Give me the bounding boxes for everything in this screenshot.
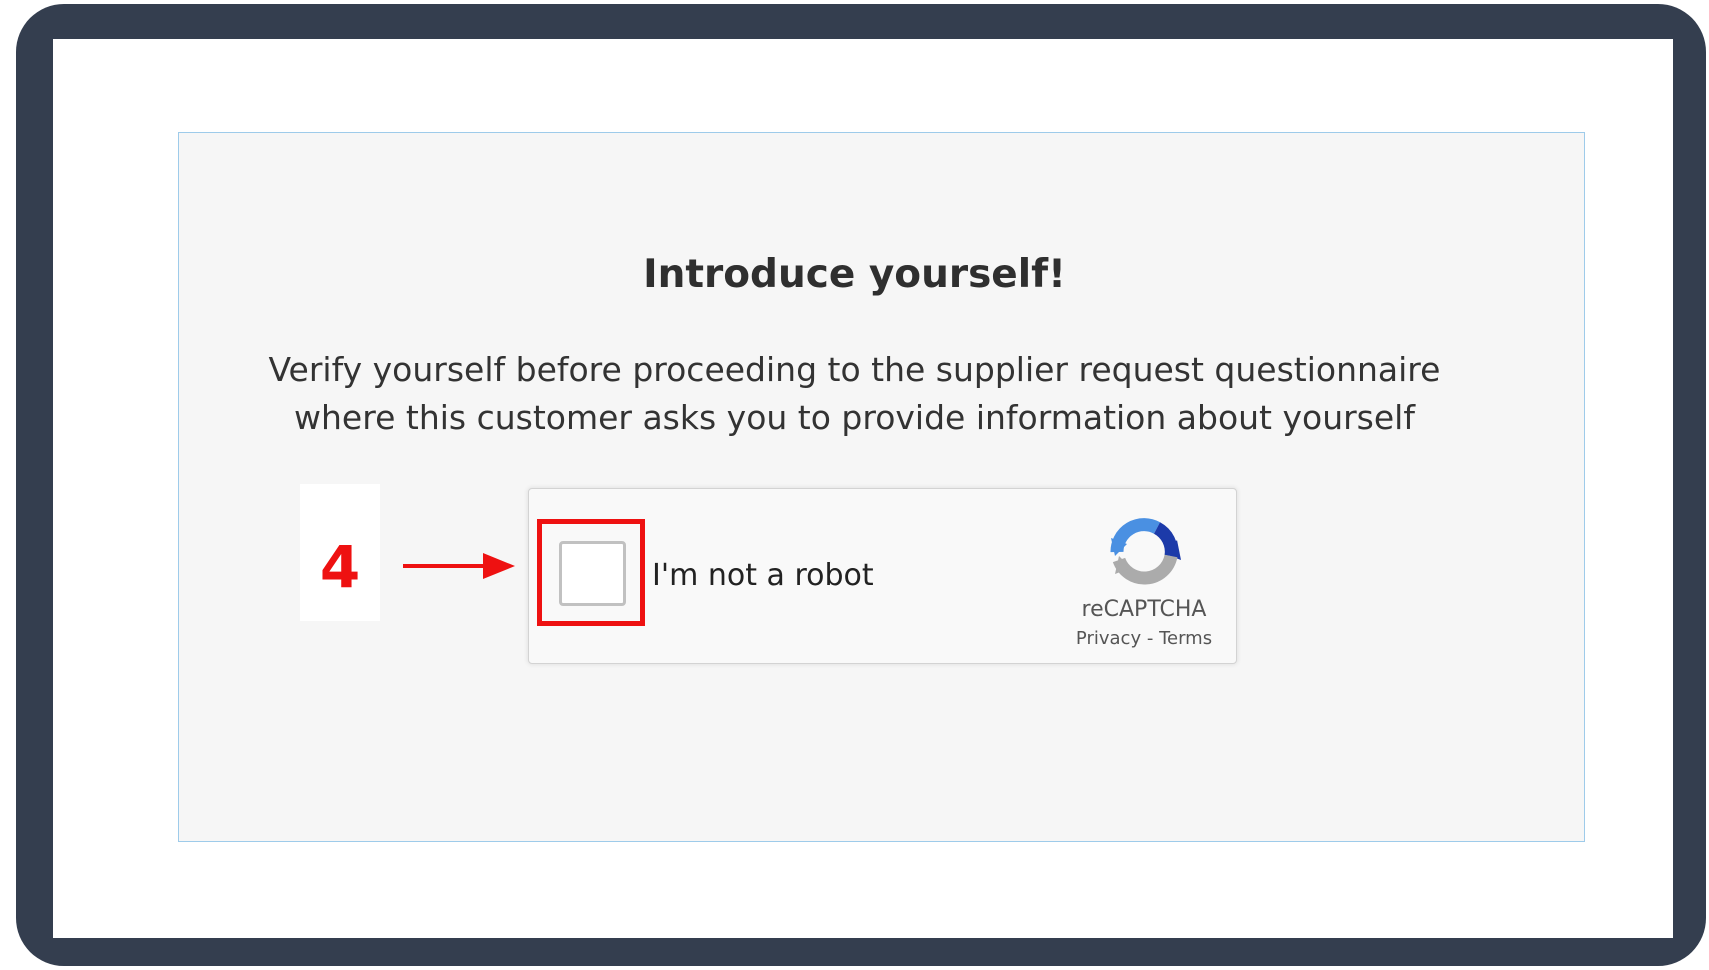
verification-card bbox=[178, 132, 1585, 842]
not-a-robot-checkbox[interactable] bbox=[559, 541, 626, 606]
recaptcha-brand: reCAPTCHA bbox=[1081, 597, 1207, 622]
subtitle-line-2: where this customer asks you to provide … bbox=[294, 398, 1415, 437]
recaptcha-logo-icon bbox=[1110, 518, 1181, 585]
subtitle-line-1: Verify yourself before proceeding to the… bbox=[268, 350, 1441, 389]
terms-link[interactable]: Terms bbox=[1159, 628, 1212, 649]
checkbox-label[interactable]: I'm not a robot bbox=[652, 556, 874, 596]
recaptcha-legal-links: Privacy - Terms bbox=[1050, 627, 1238, 651]
legal-separator: - bbox=[1146, 628, 1154, 649]
page-title: Introduce yourself! bbox=[643, 252, 1066, 297]
privacy-link[interactable]: Privacy bbox=[1076, 628, 1141, 649]
step-arrow-icon bbox=[403, 553, 515, 579]
page-subtitle: Verify yourself before proceeding to the… bbox=[0, 346, 1709, 442]
step-number: 4 bbox=[319, 533, 361, 601]
